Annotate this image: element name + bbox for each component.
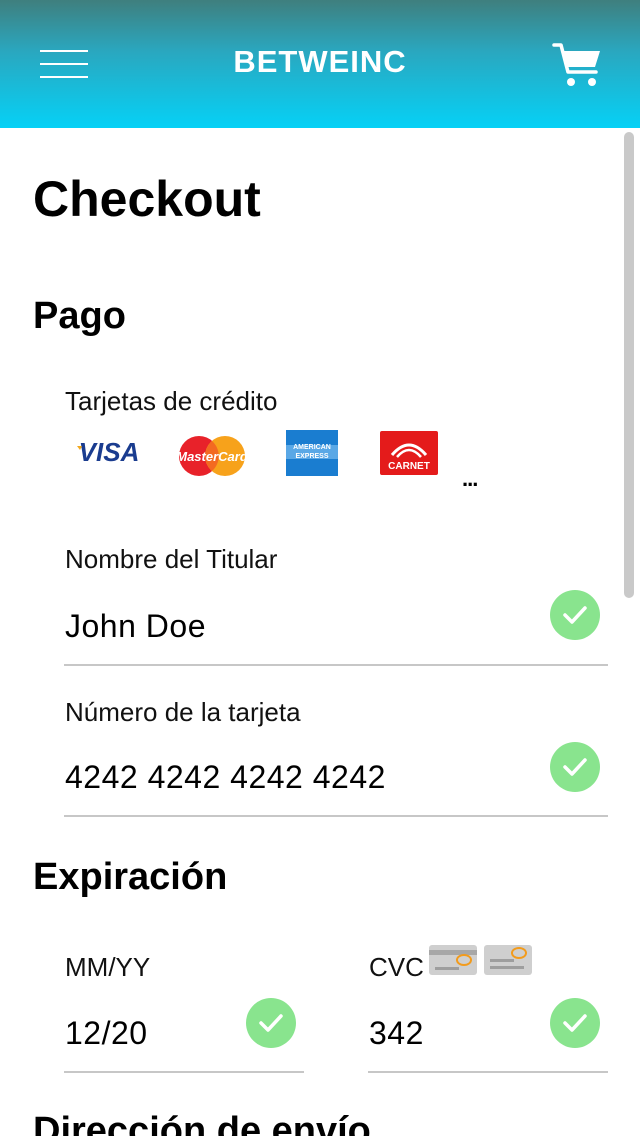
mmyy-label: MM/YY [65,952,151,982]
carnet-logo: CARNET [380,431,438,480]
amex-logo: AMERICAN EXPRESS [286,430,338,481]
scrollbar[interactable] [624,132,634,598]
svg-text:VISA: VISA [79,437,140,467]
card-number-underline [64,815,608,817]
mastercard-logo: MasterCard [176,434,249,483]
brand-title: BETWEINC [233,44,407,79]
holder-valid-check-icon [550,590,600,640]
section-payment-title: Pago [33,295,126,337]
card-number-valid-check-icon [550,742,600,792]
credit-cards-label: Tarjetas de crédito [65,386,278,416]
app-header: BETWEINC [0,0,640,128]
shopping-cart-icon[interactable] [552,40,602,90]
cvc-front-card-icon [484,945,532,975]
svg-text:CARNET: CARNET [388,461,430,472]
svg-text:AMERICAN: AMERICAN [293,444,331,451]
mmyy-input[interactable]: 12/20 [65,1015,148,1052]
svg-text:MasterCard: MasterCard [177,449,247,464]
cvc-input[interactable]: 342 [369,1015,424,1052]
cvc-label: CVC [369,952,424,982]
mmyy-underline [64,1071,304,1073]
section-expiration-title: Expiración [33,856,228,898]
holder-name-underline [64,664,608,666]
svg-text:EXPRESS: EXPRESS [295,453,328,460]
cvc-valid-check-icon [550,998,600,1048]
page-title: Checkout [33,171,261,227]
section-shipping-title: Dirección de envío [33,1110,371,1136]
card-number-input[interactable]: 4242 4242 4242 4242 [65,759,386,796]
more-cards-indicator: ... [462,466,478,491]
holder-name-label: Nombre del Titular [65,544,278,574]
card-number-label: Número de la tarjeta [65,697,301,727]
cvc-back-card-icon [429,945,477,975]
visa-logo: VISA [73,436,145,473]
holder-name-input[interactable]: John Doe [65,608,206,645]
mmyy-valid-check-icon [246,998,296,1048]
cvc-underline [368,1071,608,1073]
